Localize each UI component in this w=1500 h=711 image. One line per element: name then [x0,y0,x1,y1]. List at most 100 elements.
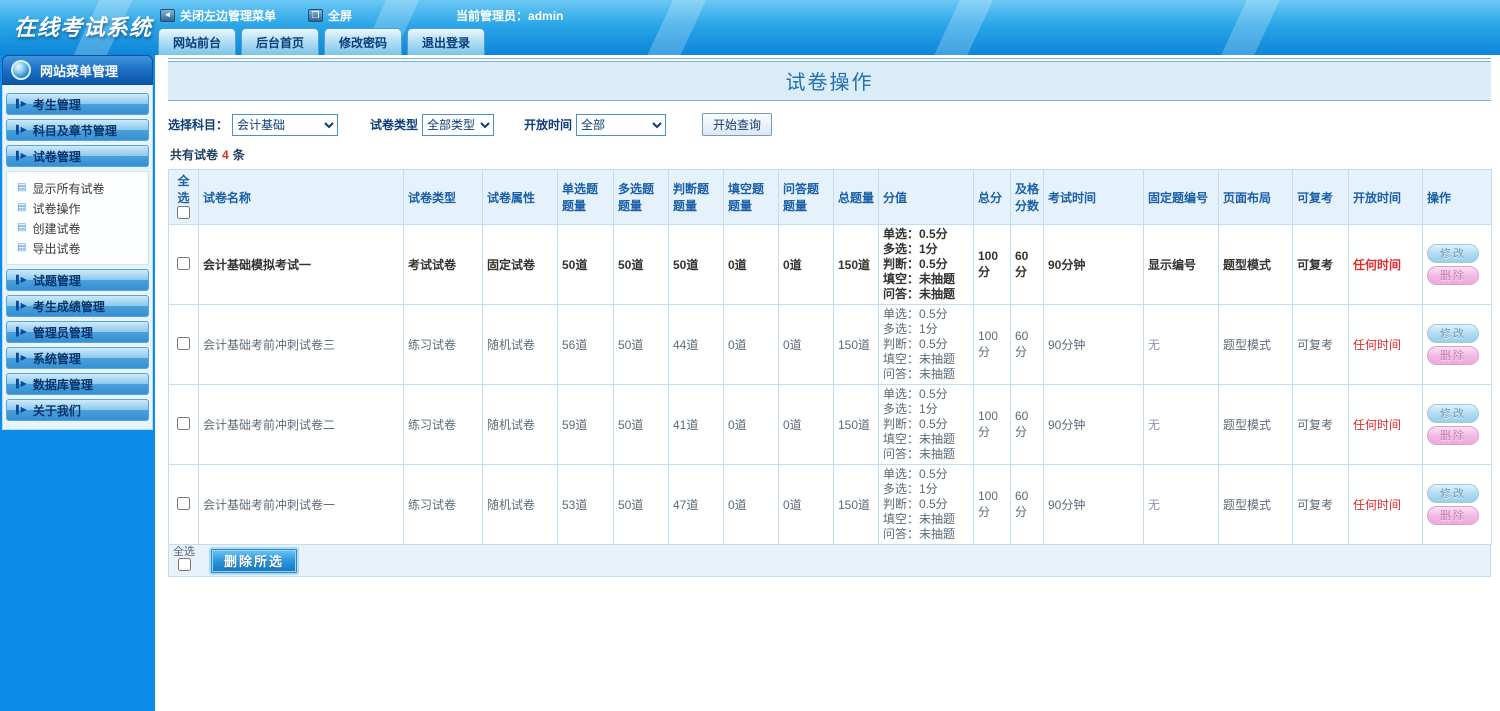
cell-fixednum: 无 [1143,304,1219,385]
col-header-single: 单选题题量 [557,169,614,225]
papers-table: 全选 试卷名称 试卷类型 试卷属性 单选题题量 多选题题量 判断题题量 填空题题… [168,169,1492,545]
delete-button[interactable]: 删除 [1427,426,1479,445]
cell-attr: 固定试卷 [482,224,558,305]
submenu-label: 显示所有试卷 [32,181,105,196]
col-header-attr: 试卷属性 [482,169,558,225]
cell-totalq: 150道 [833,224,879,305]
sidebar-item-label: 管理员管理 [32,325,93,340]
papers-submenu: ▤ 显示所有试卷 ▤ 试卷操作 ▤ 创建试卷 ▤ 导出试卷 [6,171,149,265]
delete-selected-button[interactable]: 删除所选 [211,548,298,573]
sidebar-item-subjects[interactable]: ▌▶ 科目及章节管理 [6,119,149,141]
sidebar-item-label: 考生管理 [32,97,81,112]
app-logo: 在线考试系统 [14,15,153,41]
table-row: 会计基础考前冲刺试卷一 练习试卷 随机试卷 53道 50道 47道 0道 0道 … [168,464,1492,545]
sidebar-item-label: 关于我们 [32,403,81,418]
edit-button[interactable]: 修改 [1427,484,1479,503]
cell-retake: 可复考 [1292,224,1349,305]
edit-button[interactable]: 修改 [1427,244,1479,263]
submenu-export-paper[interactable]: ▤ 导出试卷 [17,238,148,258]
fullscreen-icon: ❐ [308,8,324,22]
delete-button[interactable]: 删除 [1427,266,1479,285]
cell-scores: 单选：0.5分 多选：1分 判断：0.5分 填空：未抽题 问答：未抽题 [878,464,974,545]
col-header-judge: 判断题题量 [668,169,724,225]
tab-admin-home[interactable]: 后台首页 [241,28,320,55]
col-header-totalscore: 总分 [973,169,1011,225]
row-checkbox[interactable] [177,416,190,430]
footer-select-all-label: 全选 [173,546,195,558]
cell-judge: 41道 [668,384,724,465]
cell-totalq: 150道 [833,304,879,385]
footer-select-all-checkbox[interactable] [177,558,191,571]
col-header-pass: 及格分数 [1010,169,1044,225]
result-count: 共有试卷 4 条 [170,146,1491,163]
col-header-fixednum: 固定题编号 [1143,169,1219,225]
count-number: 4 [222,148,229,162]
cell-totalscore: 100分 [973,384,1011,465]
submenu-label: 导出试卷 [32,241,81,256]
cell-layout: 题型模式 [1218,224,1293,305]
sidebar-item-about[interactable]: ▌▶ 关于我们 [6,399,149,421]
col-header-opentime: 开放时间 [1348,169,1423,225]
tab-site-front[interactable]: 网站前台 [158,28,237,55]
sidebar-item-scores[interactable]: ▌▶ 考生成绩管理 [6,295,149,317]
col-header-totalq: 总题量 [833,169,879,225]
cell-retake: 可复考 [1292,464,1349,545]
sidebar-item-database[interactable]: ▌▶ 数据库管理 [6,373,149,395]
col-header-blank: 填空题题量 [723,169,779,225]
sidebar-title: 网站菜单管理 [40,63,119,79]
delete-button[interactable]: 删除 [1427,506,1479,525]
delete-button[interactable]: 删除 [1427,346,1479,365]
cell-scores: 单选：0.5分 多选：1分 判断：0.5分 填空：未抽题 问答：未抽题 [878,224,974,305]
collapse-left-menu[interactable]: ◄ 关闭左边管理菜单 [160,7,276,24]
submenu-label: 创建试卷 [32,221,81,236]
cell-duration: 90分钟 [1043,464,1144,545]
submenu-paper-operate[interactable]: ▤ 试卷操作 [17,198,148,218]
list-icon: ▤ [17,202,27,213]
cell-attr: 随机试卷 [482,384,558,465]
cell-pass: 60分 [1010,384,1044,465]
col-header-layout: 页面布局 [1218,169,1293,225]
sidebar-item-label: 数据库管理 [32,377,93,392]
table-row: 会计基础考前冲刺试卷二 练习试卷 随机试卷 59道 50道 41道 0道 0道 … [168,384,1492,465]
count-prefix: 共有试卷 [170,148,219,162]
edit-button[interactable]: 修改 [1427,324,1479,343]
subject-select[interactable]: 会计基础 [232,113,339,136]
submenu-show-all-papers[interactable]: ▤ 显示所有试卷 [17,178,148,198]
query-button[interactable]: 开始查询 [702,113,773,136]
cell-layout: 题型模式 [1218,464,1293,545]
tab-logout[interactable]: 退出登录 [407,28,486,55]
cell-name: 会计基础考前冲刺试卷一 [198,464,404,545]
edit-button[interactable]: 修改 [1427,404,1479,423]
submenu-create-paper[interactable]: ▤ 创建试卷 [17,218,148,238]
col-header-multi: 多选题题量 [613,169,669,225]
paper-type-select[interactable]: 全部类型 [422,113,495,136]
row-checkbox[interactable] [177,336,190,350]
cell-totalscore: 100分 [973,304,1011,385]
cell-multi: 50道 [613,384,669,465]
col-header-scores: 分值 [878,169,974,225]
open-time-select[interactable]: 全部 [576,113,667,136]
sidebar-item-admins[interactable]: ▌▶ 管理员管理 [6,321,149,343]
sidebar-item-system[interactable]: ▌▶ 系统管理 [6,347,149,369]
cell-opentime: 任何时间 [1348,384,1423,465]
row-checkbox[interactable] [177,256,190,270]
top-bar: 在线考试系统 ◄ 关闭左边管理菜单 ❐ 全屏 当前管理员：admin 网站前台 … [0,0,1500,55]
cell-multi: 50道 [613,304,669,385]
fullscreen-button[interactable]: ❐ 全屏 [308,7,352,24]
sidebar-item-papers[interactable]: ▌▶ 试卷管理 [6,145,149,167]
sidebar-item-questions[interactable]: ▌▶ 试题管理 [6,269,149,291]
select-all-checkbox[interactable] [177,206,190,219]
cell-qa: 0道 [778,464,834,545]
sidebar-item-examinee[interactable]: ▌▶ 考生管理 [6,93,149,115]
cell-opentime: 任何时间 [1348,224,1423,305]
cell-judge: 50道 [668,224,724,305]
page-title-bar: 试卷操作 [168,61,1491,101]
play-icon: ▌▶ [16,353,27,362]
cell-blank: 0道 [723,304,779,385]
cell-totalscore: 100分 [973,464,1011,545]
row-checkbox[interactable] [177,496,190,510]
tab-change-password[interactable]: 修改密码 [324,28,403,55]
cell-qa: 0道 [778,384,834,465]
col-header-qa: 问答题题量 [778,169,834,225]
cell-duration: 90分钟 [1043,304,1144,385]
